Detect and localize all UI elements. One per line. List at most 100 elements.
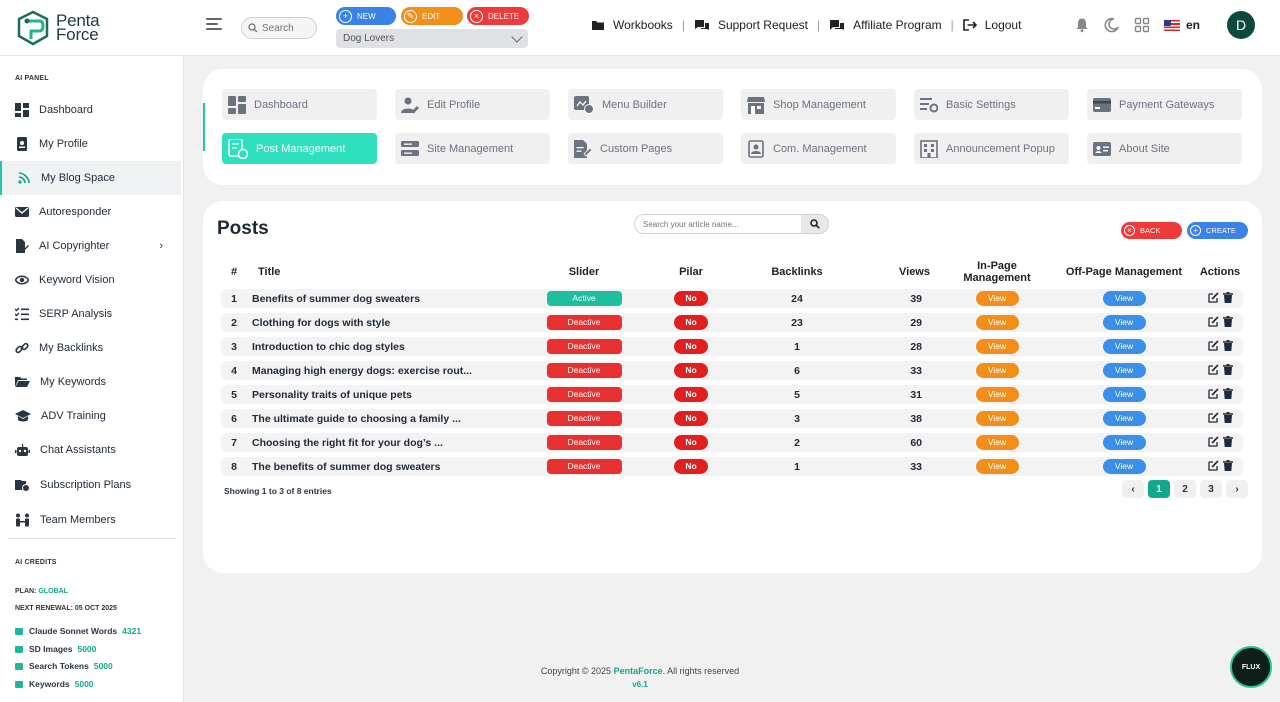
edit-icon[interactable] <box>1207 411 1219 426</box>
in-page-view-button[interactable]: View <box>975 459 1019 474</box>
trash-icon[interactable] <box>1222 339 1233 354</box>
table-row[interactable]: 8 The benefits of summer dog sweaters Deac… <box>220 457 1244 476</box>
menu-com-management[interactable]: Com. Management <box>741 133 896 164</box>
flux-chat-launcher[interactable]: FLUX <box>1230 646 1272 688</box>
menu-custom-pages[interactable]: Custom Pages <box>568 133 723 164</box>
pilar-status-badge[interactable]: No <box>674 411 708 426</box>
project-select[interactable]: Dog Lovers <box>336 29 528 48</box>
trash-icon[interactable] <box>1222 315 1233 330</box>
delete-button[interactable]: × DELETE <box>467 7 529 25</box>
sidebar-item-keyword-vision[interactable]: Keyword Vision <box>0 263 181 297</box>
off-page-view-button[interactable]: View <box>1102 363 1146 378</box>
off-page-view-button[interactable]: View <box>1102 459 1146 474</box>
table-row[interactable]: 4 Managing high energy dogs: exercise rou… <box>220 361 1244 380</box>
in-page-view-button[interactable]: View <box>975 315 1019 330</box>
affiliate-program-link[interactable]: Affiliate Program <box>829 18 942 32</box>
pilar-status-badge[interactable]: No <box>674 339 708 354</box>
trash-icon[interactable] <box>1222 459 1233 474</box>
menu-shop-management[interactable]: Shop Management <box>741 89 896 120</box>
hamburger-menu-icon[interactable] <box>206 18 222 32</box>
sidebar-item-my-backlinks[interactable]: My Backlinks <box>0 331 181 365</box>
footer-brand-link[interactable]: PentaForce <box>614 666 663 676</box>
support-request-link[interactable]: Support Request <box>694 18 808 32</box>
column-header-title[interactable]: Title <box>248 260 538 284</box>
sidebar-item-dashboard[interactable]: Dashboard <box>0 93 181 127</box>
slider-status-badge[interactable]: Deactive <box>546 363 622 378</box>
table-row[interactable]: 5 Personality traits of unique pets Deacti… <box>220 385 1244 404</box>
bell-icon[interactable] <box>1074 17 1090 33</box>
edit-icon[interactable] <box>1207 459 1219 474</box>
slider-status-badge[interactable]: Deactive <box>546 459 622 474</box>
off-page-view-button[interactable]: View <box>1102 315 1146 330</box>
pagination-page-3[interactable]: 3 <box>1200 480 1222 498</box>
header-search-input[interactable] <box>262 22 314 34</box>
sidebar-item-team-members[interactable]: Team Members <box>0 503 181 537</box>
menu-menu-builder[interactable]: Menu Builder <box>568 89 723 120</box>
post-title[interactable]: Clothing for dogs with style <box>248 313 538 332</box>
create-button[interactable]: + CREATE <box>1187 222 1248 239</box>
article-search-button[interactable] <box>801 215 828 233</box>
logo[interactable]: Penta Force <box>14 9 100 47</box>
trash-icon[interactable] <box>1222 411 1233 426</box>
pilar-status-badge[interactable]: No <box>674 387 708 402</box>
back-button[interactable]: × BACK <box>1121 222 1182 239</box>
slider-status-badge[interactable]: Deactive <box>546 411 622 426</box>
pilar-status-badge[interactable]: No <box>674 315 708 330</box>
pagination-page-2[interactable]: 2 <box>1174 480 1196 498</box>
in-page-view-button[interactable]: View <box>975 363 1019 378</box>
menu-about-site[interactable]: About Site <box>1087 133 1242 164</box>
table-row[interactable]: 3 Introduction to chic dog styles Deactive… <box>220 337 1244 356</box>
sidebar-item-subscription-plans[interactable]: Subscription Plans <box>0 468 181 502</box>
menu-edit-profile[interactable]: Edit Profile <box>395 89 550 120</box>
new-button[interactable]: + NEW <box>336 7 396 25</box>
language-selector[interactable]: en <box>1164 18 1200 32</box>
in-page-view-button[interactable]: View <box>975 411 1019 426</box>
in-page-view-button[interactable]: View <box>975 435 1019 450</box>
sidebar-item-serp-analysis[interactable]: SERP Analysis <box>0 297 181 331</box>
off-page-view-button[interactable]: View <box>1102 387 1146 402</box>
trash-icon[interactable] <box>1222 435 1233 450</box>
sidebar-item-ai-copyrighter[interactable]: AI Copyrighter › <box>0 229 181 263</box>
edit-icon[interactable] <box>1207 315 1219 330</box>
edit-icon[interactable] <box>1207 291 1219 306</box>
post-title[interactable]: Managing high energy dogs: exercise rout… <box>248 361 538 380</box>
dark-mode-icon[interactable] <box>1104 17 1120 33</box>
trash-icon[interactable] <box>1222 291 1233 306</box>
apps-grid-icon[interactable] <box>1134 17 1150 33</box>
trash-icon[interactable] <box>1222 363 1233 378</box>
slider-status-badge[interactable]: Deactive <box>546 315 622 330</box>
column-header-backlinks[interactable]: Backlinks <box>752 260 842 284</box>
article-search-input[interactable] <box>635 215 801 233</box>
post-title[interactable]: Choosing the right fit for your dog’s ..… <box>248 433 538 452</box>
post-title[interactable]: Personality traits of unique pets <box>248 385 538 404</box>
table-row[interactable]: 1 Benefits of summer dog sweaters Active No… <box>220 289 1244 308</box>
column-header-slider[interactable]: Slider <box>538 260 630 284</box>
post-title[interactable]: Introduction to chic dog styles <box>248 337 538 356</box>
table-row[interactable]: 7 Choosing the right fit for your dog’s .… <box>220 433 1244 452</box>
column-header-pilar[interactable]: Pilar <box>630 260 752 284</box>
edit-icon[interactable] <box>1207 339 1219 354</box>
post-title[interactable]: The ultimate guide to choosing a family … <box>248 409 538 428</box>
off-page-view-button[interactable]: View <box>1102 411 1146 426</box>
menu-post-management[interactable]: Post Management <box>222 133 377 164</box>
edit-button[interactable]: ✎ EDIT <box>401 7 463 25</box>
off-page-view-button[interactable]: View <box>1102 291 1146 306</box>
table-row[interactable]: 6 The ultimate guide to choosing a family… <box>220 409 1244 428</box>
sidebar-item-chat-assistants[interactable]: Chat Assistants <box>0 433 181 467</box>
slider-status-badge[interactable]: Deactive <box>546 339 622 354</box>
sidebar-item-my-blog-space[interactable]: My Blog Space <box>0 161 181 195</box>
edit-icon[interactable] <box>1207 435 1219 450</box>
in-page-view-button[interactable]: View <box>975 291 1019 306</box>
column-header-views[interactable]: Views <box>842 260 942 284</box>
pilar-status-badge[interactable]: No <box>674 363 708 378</box>
in-page-view-button[interactable]: View <box>975 387 1019 402</box>
sidebar-item-adv-training[interactable]: ADV Training <box>0 399 181 433</box>
in-page-view-button[interactable]: View <box>975 339 1019 354</box>
off-page-view-button[interactable]: View <box>1102 435 1146 450</box>
pagination-next-button[interactable]: › <box>1226 480 1248 498</box>
pilar-status-badge[interactable]: No <box>674 435 708 450</box>
slider-status-badge[interactable]: Active <box>546 291 622 306</box>
edit-icon[interactable] <box>1207 363 1219 378</box>
pilar-status-badge[interactable]: No <box>674 291 708 306</box>
post-title[interactable]: Benefits of summer dog sweaters <box>248 289 538 308</box>
